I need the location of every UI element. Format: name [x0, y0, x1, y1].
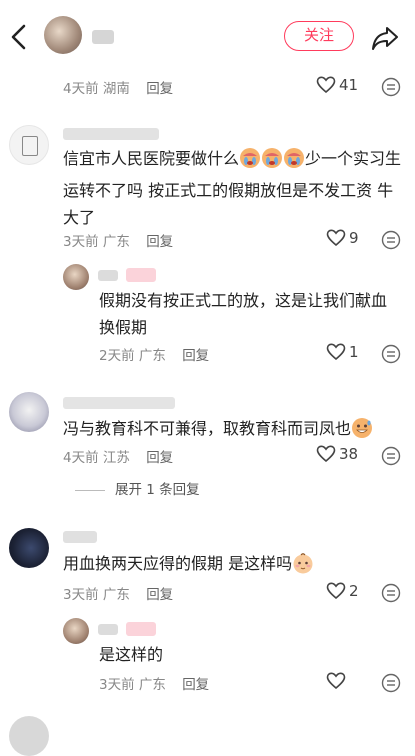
expand-replies-button[interactable]: 展开 1 条回复: [75, 478, 200, 498]
comment-meta: 3天前 广东 回复: [99, 673, 209, 693]
commenter-avatar[interactable]: [9, 392, 49, 432]
comment-time: 2天前: [99, 348, 135, 364]
reply-button[interactable]: 回复: [182, 348, 209, 364]
comment-time: 3天前: [63, 587, 99, 603]
commenter-name[interactable]: [63, 531, 97, 543]
more-options-icon[interactable]: [381, 230, 401, 250]
like-button[interactable]: 2: [326, 581, 359, 600]
comment-location: 广东: [102, 587, 130, 603]
author-tag: [126, 268, 156, 282]
reply-button[interactable]: 回复: [146, 81, 173, 97]
comment-text: 是这样的: [99, 641, 163, 668]
reply-button[interactable]: 回复: [146, 234, 173, 250]
reply-button[interactable]: 回复: [146, 450, 173, 466]
comment-location: 广东: [138, 348, 166, 364]
top-bar: 关注: [0, 0, 415, 72]
heart-icon: [326, 581, 346, 599]
more-options-icon[interactable]: [381, 446, 401, 466]
comment-location: 广东: [102, 234, 130, 250]
commenter-name[interactable]: [98, 624, 118, 635]
grinning-sweat-emoji: [351, 417, 373, 447]
heart-icon: [316, 444, 336, 462]
like-count: 2: [349, 581, 359, 600]
comment-text-line: 假期没有按正式工的放，这是让我们献血: [99, 291, 388, 310]
reply-button[interactable]: 回复: [146, 587, 173, 603]
comment-text-line: 运转不了吗 按正式工的假期放但是不发工资 牛: [63, 181, 394, 200]
like-count: 9: [349, 228, 359, 247]
comment-text-line: 换假期: [99, 318, 148, 337]
expand-replies-label: 展开 1 条回复: [115, 482, 200, 498]
heart-icon: [316, 75, 336, 93]
like-count: 41: [339, 75, 359, 94]
back-arrow-icon[interactable]: [8, 22, 30, 52]
comment-text: 冯与教育科不可兼得，取教育科而司凤也: [63, 415, 373, 447]
share-icon[interactable]: [370, 24, 400, 52]
comment-text-line: 是这样的: [99, 645, 164, 664]
comment-location: 江苏: [102, 450, 130, 466]
comment-text-line: 信宜市人民医院要做什么: [63, 149, 240, 168]
comment-text-line: 少一个实习生: [305, 149, 402, 168]
comment-time: 3天前: [99, 677, 135, 693]
author-name[interactable]: [92, 30, 114, 44]
comment-meta: 2天前 广东 回复: [99, 344, 209, 364]
like-count: 1: [349, 342, 359, 361]
more-options-icon[interactable]: [381, 77, 401, 97]
heart-icon: [326, 342, 346, 360]
heart-icon: [326, 228, 346, 246]
divider-line: [75, 489, 105, 491]
author-tag: [126, 622, 156, 636]
comment-text-line: 用血换两天应得的假期 是这样吗: [63, 554, 293, 573]
comment-meta: 3天前 广东 回复: [63, 230, 173, 250]
commenter-avatar[interactable]: [9, 125, 49, 165]
commenter-name[interactable]: [63, 397, 175, 409]
more-options-icon[interactable]: [381, 583, 401, 603]
heart-icon: [326, 671, 346, 689]
author-avatar[interactable]: [44, 16, 82, 54]
more-options-icon[interactable]: [381, 673, 401, 693]
like-button[interactable]: [326, 671, 349, 690]
comment-location: 广东: [138, 677, 166, 693]
comment-location: 湖南: [102, 81, 130, 97]
commenter-avatar[interactable]: [9, 716, 49, 756]
like-button[interactable]: 38: [316, 444, 358, 463]
like-count: 38: [339, 444, 359, 463]
more-options-icon[interactable]: [381, 344, 401, 364]
like-button[interactable]: 41: [316, 75, 358, 94]
comment-text: 用血换两天应得的假期 是这样吗: [63, 550, 314, 582]
follow-button[interactable]: 关注: [284, 21, 354, 51]
comment-meta: 4天前 江苏 回复: [63, 446, 173, 466]
crying-face-emoji: [239, 147, 305, 177]
comment-time: 4天前: [63, 450, 99, 466]
comment-text-line: 冯与教育科不可兼得，取教育科而司凤也: [63, 419, 352, 438]
commenter-name[interactable]: [63, 128, 159, 140]
commenter-avatar[interactable]: [63, 618, 89, 644]
comment-meta: 3天前 广东 回复: [63, 583, 173, 603]
like-button[interactable]: 9: [326, 228, 359, 247]
commenter-avatar[interactable]: [63, 264, 89, 290]
reply-button[interactable]: 回复: [182, 677, 209, 693]
comment-time: 4天前: [63, 81, 99, 97]
baby-face-emoji: [292, 552, 314, 582]
commenter-avatar[interactable]: [9, 528, 49, 568]
comment-text: 信宜市人民医院要做什么 少一个实习生 运转不了吗 按正式工的假期放但是不发工资 …: [63, 145, 401, 231]
comment-meta: 4天前 湖南 回复: [63, 77, 173, 97]
like-button[interactable]: 1: [326, 342, 359, 361]
comment-text: 假期没有按正式工的放，这是让我们献血 换假期: [99, 287, 387, 341]
comment-text-line: 大了: [63, 208, 96, 227]
commenter-name[interactable]: [98, 270, 118, 281]
comment-time: 3天前: [63, 234, 99, 250]
